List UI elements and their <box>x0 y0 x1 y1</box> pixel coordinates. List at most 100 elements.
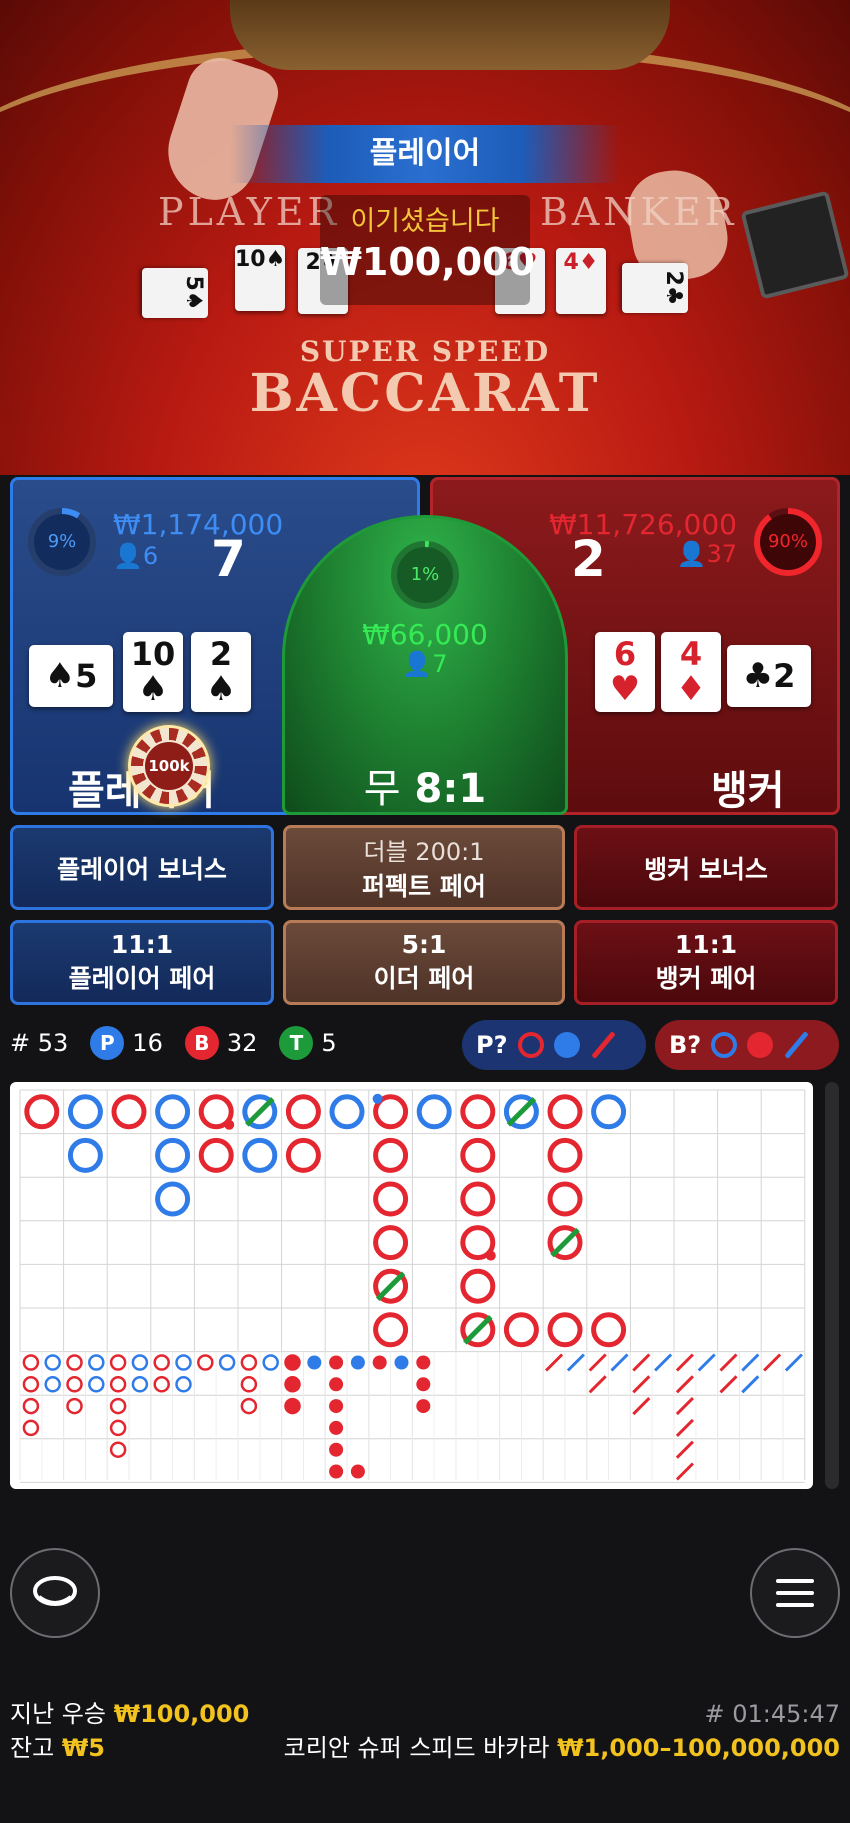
pair-dot <box>485 1250 496 1261</box>
cockroach-mark <box>675 1353 694 1372</box>
predict-dot-icon <box>553 1032 580 1058</box>
cockroach-mark <box>741 1375 760 1394</box>
tie-payout: 8:1 <box>414 766 487 812</box>
playing-card: 10 ♠ <box>123 632 183 712</box>
table-limits: ₩1,000–100,000,000 <box>557 1734 840 1762</box>
big-eye-mark <box>131 1354 149 1371</box>
big-eye-mark <box>240 1376 258 1393</box>
banker-percent-ring: 90% <box>751 505 825 579</box>
big-eye-mark <box>197 1354 214 1371</box>
cockroach-mark <box>719 1375 738 1394</box>
big-eye-mark <box>175 1354 192 1371</box>
small-road-mark <box>350 1464 365 1479</box>
tie-bet-spot[interactable]: 1% ₩66,000 👤7 무 8:1 <box>282 515 568 815</box>
player-badge: P <box>90 1026 125 1060</box>
big-eye-mark <box>240 1354 258 1371</box>
big-eye-mark <box>153 1354 170 1371</box>
tie-bettor-count: 7 <box>432 650 448 678</box>
banker-prediction-button[interactable]: B? <box>655 1020 839 1070</box>
big-eye-mark <box>66 1376 83 1393</box>
either-pair-label: 이더 페어 <box>373 964 475 993</box>
banker-pair-bet[interactable]: 11:1 뱅커 페어 <box>574 920 838 1005</box>
big-eye-mark <box>66 1397 83 1415</box>
user-icon: 👤 <box>402 650 433 678</box>
video-card: 2♣ <box>622 263 688 313</box>
big-eye-mark <box>218 1354 236 1371</box>
balance-row: 잔고 ₩5 <box>10 1731 249 1765</box>
big-eye-mark <box>109 1354 127 1371</box>
small-road-mark <box>329 1464 344 1479</box>
big-road-bead <box>111 1094 147 1130</box>
big-eye-mark <box>109 1419 127 1437</box>
banker-bonus-bet[interactable]: 뱅커 보너스 <box>574 825 838 910</box>
cockroach-mark <box>741 1353 760 1372</box>
big-road-bead <box>373 1225 409 1261</box>
big-eye-mark <box>66 1354 83 1371</box>
small-road-mark <box>372 1355 387 1370</box>
cockroach-mark <box>784 1353 803 1372</box>
placed-chip[interactable]: 100k <box>128 725 210 807</box>
small-road-mark <box>329 1420 344 1435</box>
roadmap-scrollbar[interactable] <box>825 1082 839 1489</box>
big-eye-mark <box>109 1441 127 1458</box>
win-notification: 이기셨습니다 ₩100,000 <box>320 195 535 305</box>
cockroach-mark <box>654 1353 673 1372</box>
player-pair-label: 플레이어 페어 <box>68 964 216 993</box>
predict-slash-icon <box>590 1032 616 1058</box>
player-win-count: 16 <box>132 1029 163 1057</box>
perfect-pair-bet[interactable]: 더블 200:1 퍼펙트 페어 <box>283 825 565 910</box>
scoreboard-roadmap[interactable] <box>10 1082 813 1489</box>
card-rank: 10 <box>130 635 176 673</box>
big-eye-mark <box>88 1376 105 1393</box>
small-road-mark <box>416 1377 431 1392</box>
big-road-bead <box>460 1137 496 1173</box>
cockroach-mark <box>588 1353 607 1372</box>
big-eye-mark <box>44 1354 61 1371</box>
tie-total-bet: ₩66,000 <box>362 618 488 651</box>
chat-button[interactable] <box>10 1548 100 1638</box>
banker-pair-payout: 11:1 <box>674 930 738 959</box>
big-road-bead <box>460 1181 496 1217</box>
small-road-mark <box>329 1399 344 1414</box>
tie-bettors: 👤7 <box>285 650 565 678</box>
big-road-bead <box>547 1137 583 1173</box>
tie-percent-ring: 1% <box>388 538 462 612</box>
player-bonus-bet[interactable]: 플레이어 보너스 <box>10 825 274 910</box>
big-eye-mark <box>109 1397 127 1415</box>
last-win-label: 지난 우승 <box>10 1700 106 1728</box>
big-eye-mark <box>22 1419 40 1437</box>
user-icon: 👤 <box>113 542 143 570</box>
cockroach-mark <box>697 1353 716 1372</box>
last-win-row: 지난 우승 ₩100,000 <box>10 1697 249 1731</box>
player-score: 7 <box>211 530 246 588</box>
balance-label: 잔고 <box>10 1734 55 1762</box>
big-eye-mark <box>109 1376 127 1393</box>
tie-area-label: 무 8:1 <box>285 756 565 812</box>
footer-table-info: # 01:45:47 코리안 슈퍼 스피드 바카라 ₩1,000–100,000… <box>284 1697 840 1765</box>
small-road-mark <box>416 1355 431 1370</box>
banker-pair-label: 뱅커 페어 <box>655 964 757 993</box>
either-pair-bet[interactable]: 5:1 이더 페어 <box>283 920 565 1005</box>
pair-dot <box>372 1093 383 1104</box>
big-road-bead <box>547 1094 583 1130</box>
table-name: 코리안 슈퍼 스피드 바카라 <box>283 1734 550 1762</box>
cockroach-mark <box>763 1353 782 1372</box>
player-prediction-button[interactable]: P? <box>462 1020 646 1070</box>
game-id: # 01:45:47 <box>704 1700 840 1728</box>
small-road-mark <box>307 1355 322 1370</box>
card-suit: ♠ <box>137 669 169 709</box>
video-card: 4♦ <box>556 248 606 314</box>
card-rank: 2 <box>773 657 796 695</box>
player-bettor-count: 6 <box>142 542 159 570</box>
cockroach-mark <box>545 1353 564 1372</box>
card-rank: 4 <box>679 635 703 673</box>
big-road-bead <box>460 1268 496 1304</box>
big-road-bead <box>24 1094 60 1130</box>
small-road-mark <box>285 1399 300 1414</box>
banker-bonus-label: 뱅커 보너스 <box>644 854 768 884</box>
footer-balance-info: 지난 우승 ₩100,000 잔고 ₩5 <box>10 1697 249 1765</box>
menu-button[interactable] <box>750 1548 840 1638</box>
table-print-banker: BANKER <box>540 190 738 234</box>
big-eye-mark <box>88 1354 105 1371</box>
player-pair-bet[interactable]: 11:1 플레이어 페어 <box>10 920 274 1005</box>
